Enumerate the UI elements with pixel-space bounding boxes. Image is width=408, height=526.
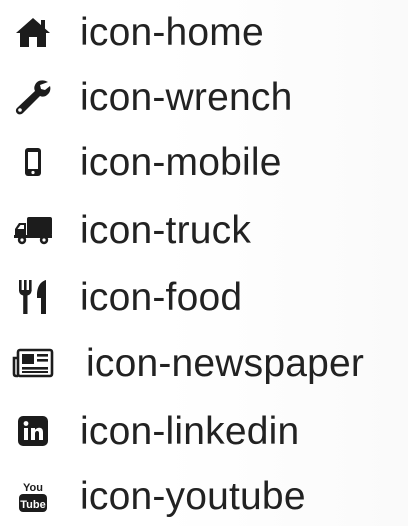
- icon-label: icon-youtube: [80, 474, 306, 518]
- icon-label: icon-linkedin: [80, 409, 300, 453]
- svg-text:Tube: Tube: [20, 499, 45, 511]
- icon-label: icon-truck: [80, 208, 252, 252]
- icon-label: icon-home: [80, 10, 264, 54]
- icon-label: icon-wrench: [80, 75, 293, 119]
- list-item: icon-home: [0, 2, 408, 62]
- list-item: icon-mobile: [0, 132, 408, 192]
- icon-label: icon-mobile: [80, 140, 282, 184]
- food-icon: [10, 274, 56, 320]
- icon-label: icon-food: [80, 275, 243, 319]
- truck-icon: [10, 207, 56, 253]
- wrench-icon: [10, 74, 56, 120]
- youtube-icon: You Tube: [10, 473, 56, 519]
- icon-reference-list: icon-home icon-wrench icon-mobile icon-t…: [0, 0, 408, 526]
- svg-text:You: You: [23, 482, 43, 494]
- linkedin-icon: [10, 408, 56, 454]
- list-item: icon-wrench: [0, 67, 408, 127]
- list-item: icon-truck: [0, 200, 408, 260]
- list-item: icon-newspaper: [0, 333, 408, 393]
- newspaper-icon: [10, 340, 56, 386]
- list-item: You Tube icon-youtube: [0, 466, 408, 526]
- list-item: icon-linkedin: [0, 401, 408, 461]
- list-item: icon-food: [0, 267, 408, 327]
- icon-label: icon-newspaper: [86, 341, 365, 385]
- mobile-icon: [10, 139, 56, 185]
- home-icon: [10, 9, 56, 55]
